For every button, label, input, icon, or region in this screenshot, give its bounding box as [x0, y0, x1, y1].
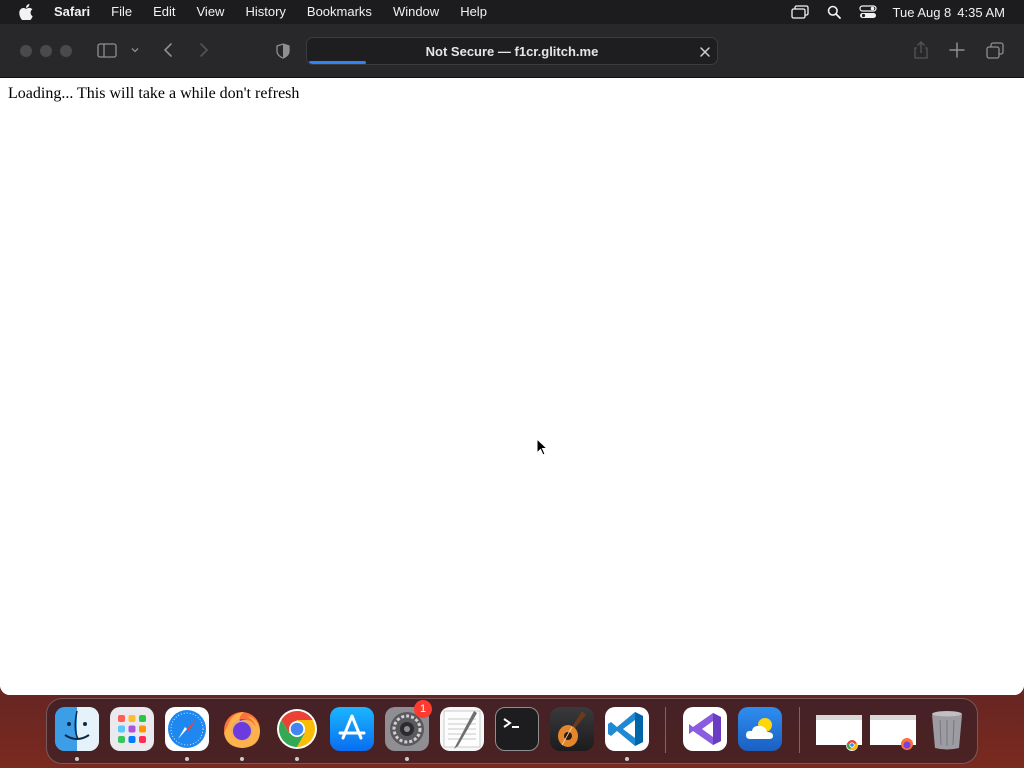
- close-window-button[interactable]: [20, 45, 32, 57]
- minimize-window-button[interactable]: [40, 45, 52, 57]
- back-icon[interactable]: [160, 41, 176, 59]
- menu-help[interactable]: Help: [460, 0, 487, 24]
- menu-file[interactable]: File: [111, 0, 132, 24]
- menu-app-name[interactable]: Safari: [54, 0, 90, 24]
- terminal-icon[interactable]: [495, 707, 539, 751]
- page-content: Loading... This will take a while don't …: [0, 78, 1024, 695]
- visual-studio-icon[interactable]: [683, 707, 727, 751]
- dock: 1: [46, 698, 978, 764]
- chevron-down-icon[interactable]: [130, 46, 140, 54]
- loading-message: Loading... This will take a while don't …: [8, 85, 300, 102]
- menu-history[interactable]: History: [245, 0, 285, 24]
- clock-date: Tue Aug 8: [892, 4, 952, 20]
- menu-window[interactable]: Window: [393, 0, 439, 24]
- safari-icon[interactable]: [165, 707, 209, 751]
- control-center-icon[interactable]: [858, 4, 877, 20]
- spotlight-search-icon[interactable]: [825, 4, 843, 20]
- clock-time: 4:35 AM: [957, 4, 1005, 20]
- stop-loading-icon[interactable]: [699, 45, 711, 57]
- app-store-icon[interactable]: [330, 707, 374, 751]
- tab-overview-icon[interactable]: [985, 41, 1005, 59]
- page-load-progress: [309, 61, 367, 64]
- chrome-window-thumbnail[interactable]: [814, 707, 864, 751]
- garageband-icon[interactable]: [550, 707, 594, 751]
- launchpad-icon[interactable]: [110, 707, 154, 751]
- menu-view[interactable]: View: [197, 0, 225, 24]
- firefox-window-thumbnail[interactable]: [868, 707, 918, 751]
- notification-badge: 1: [414, 700, 432, 718]
- finder-running-indicator: [75, 757, 79, 761]
- dock-separator-2: [799, 707, 800, 753]
- weather-icon[interactable]: [738, 707, 782, 751]
- textedit-icon[interactable]: [440, 707, 484, 751]
- privacy-shield-icon[interactable]: [274, 42, 292, 60]
- firefox-running-indicator: [240, 757, 244, 761]
- chrome-running-indicator: [295, 757, 299, 761]
- chrome-icon[interactable]: [275, 707, 319, 751]
- menu-edit[interactable]: Edit: [153, 0, 175, 24]
- vscode-icon[interactable]: [605, 707, 649, 751]
- system-settings-running-indicator: [405, 757, 409, 761]
- trash-icon[interactable]: [925, 707, 969, 751]
- menu-bookmarks[interactable]: Bookmarks: [307, 0, 372, 24]
- address-text: Not Secure — f1cr.glitch.me: [425, 44, 599, 59]
- screen-mirroring-icon[interactable]: [790, 4, 809, 20]
- firefox-icon[interactable]: [220, 707, 264, 751]
- address-bar[interactable]: Not Secure — f1cr.glitch.me: [306, 37, 718, 65]
- menu-clock[interactable]: Tue Aug 8 4:35 AM: [893, 5, 1006, 20]
- finder-icon[interactable]: [55, 707, 99, 751]
- system-settings-icon[interactable]: 1: [385, 700, 432, 751]
- safari-running-indicator: [185, 757, 189, 761]
- safari-window: Not Secure — f1cr.glitch.me Loading... T…: [0, 24, 1024, 695]
- mouse-cursor-icon: [536, 437, 549, 456]
- new-tab-icon[interactable]: [948, 41, 966, 59]
- safari-toolbar: Not Secure — f1cr.glitch.me: [0, 24, 1024, 78]
- menu-bar: Safari File Edit View History Bookmarks …: [0, 0, 1024, 24]
- apple-logo-icon[interactable]: [19, 4, 35, 20]
- sidebar-icon[interactable]: [96, 42, 118, 58]
- window-controls: [20, 45, 72, 57]
- share-icon[interactable]: [912, 40, 930, 60]
- zoom-window-button[interactable]: [60, 45, 72, 57]
- forward-icon[interactable]: [196, 41, 212, 59]
- dock-separator: [665, 707, 666, 753]
- vscode-running-indicator: [625, 757, 629, 761]
